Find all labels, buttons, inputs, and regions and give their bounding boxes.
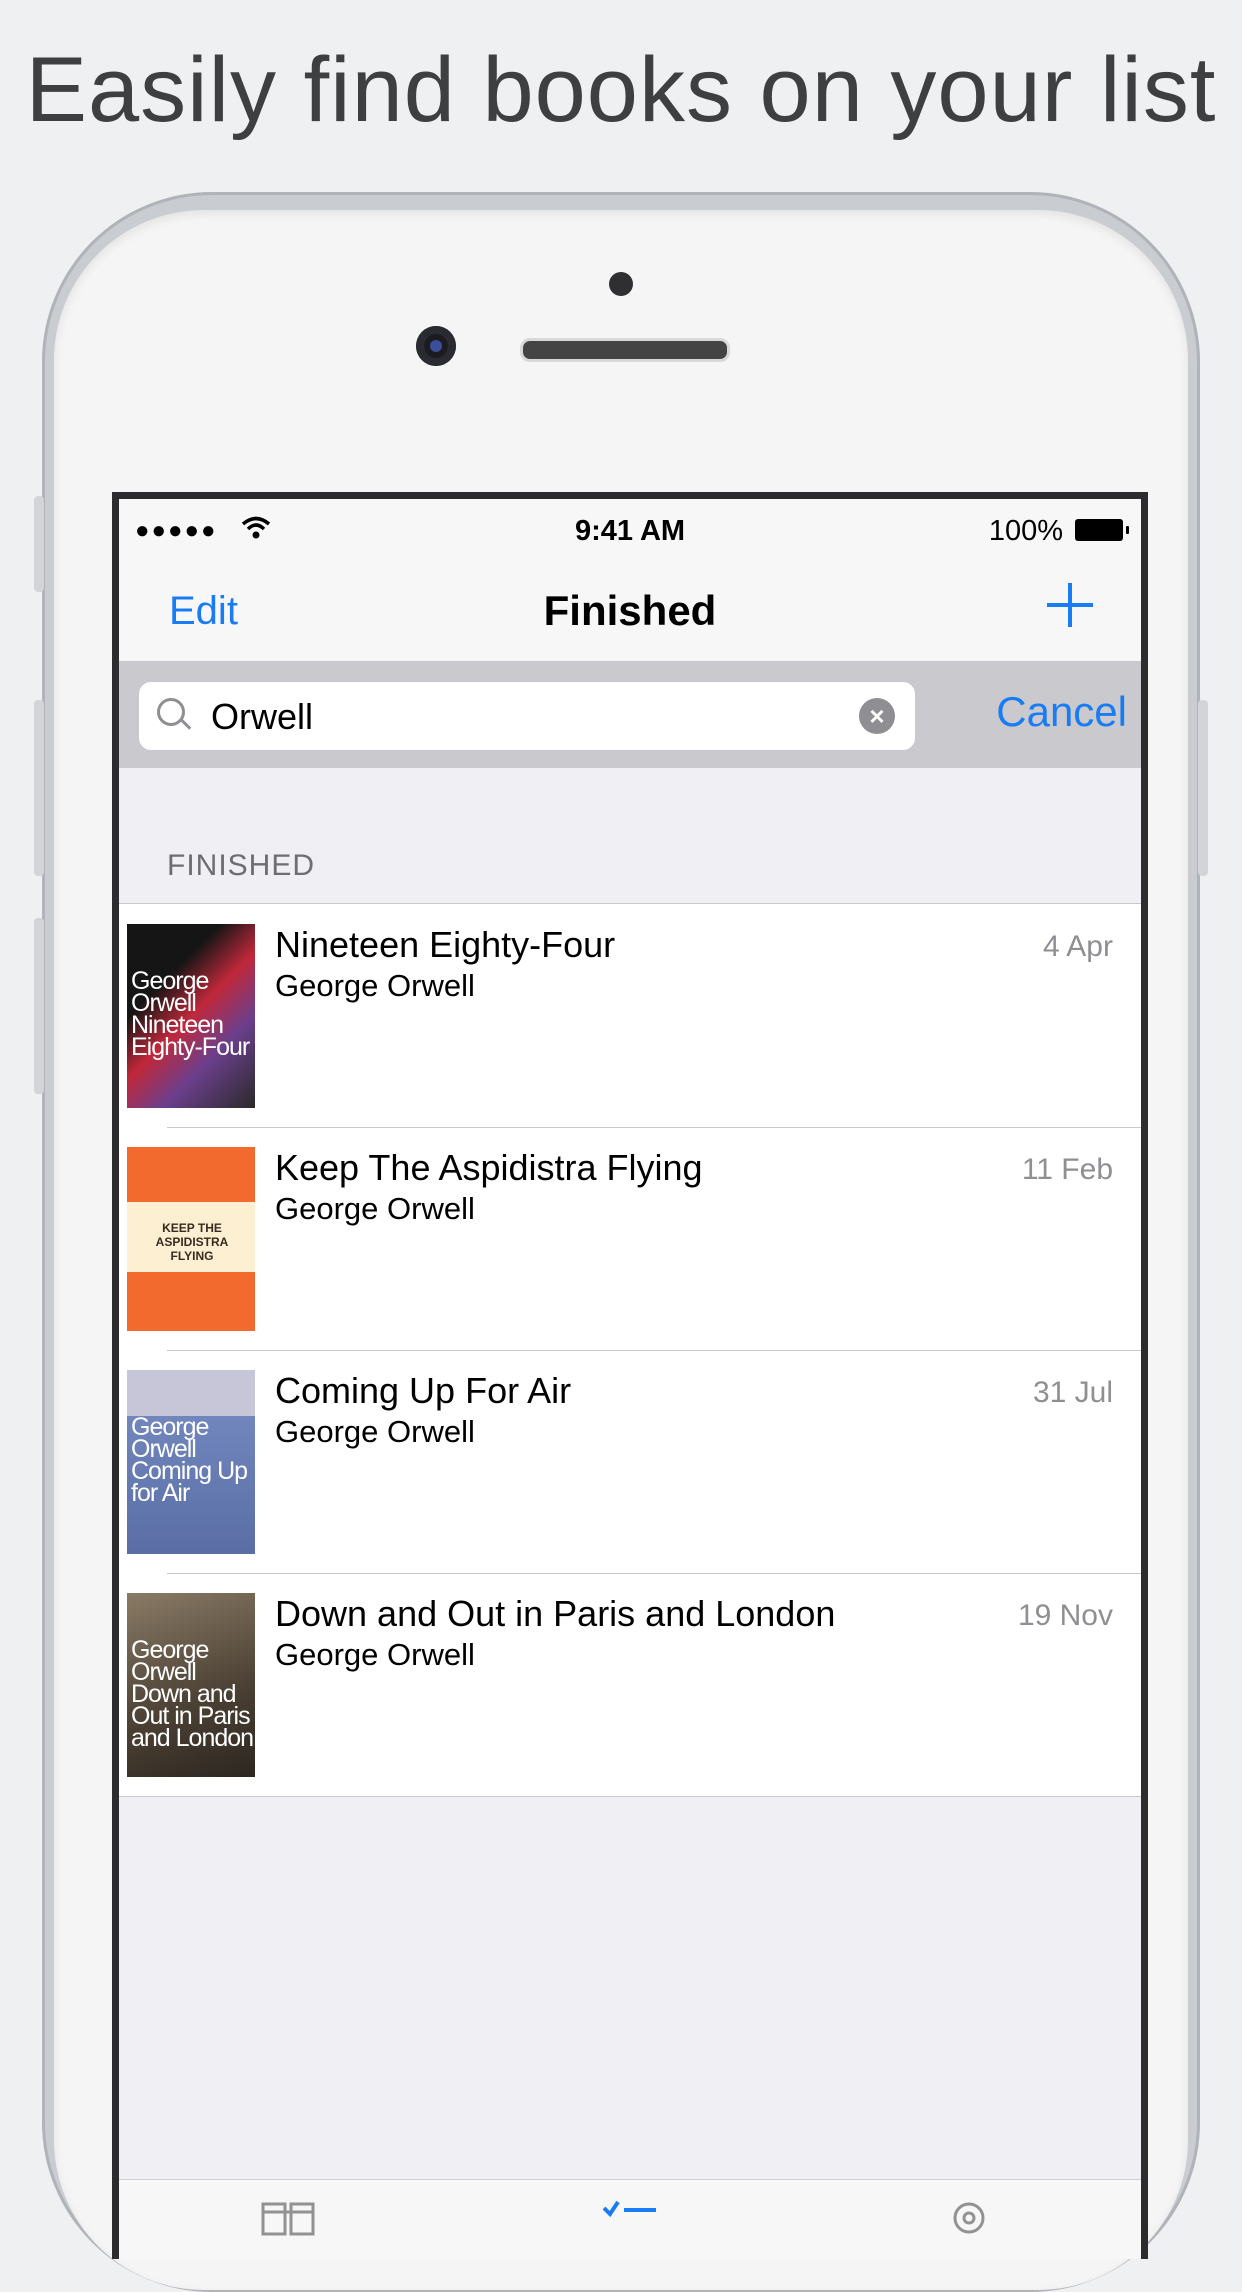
- volume-up-button: [34, 700, 44, 876]
- search-icon: [157, 698, 185, 726]
- table-row[interactable]: George Orwell Nineteen Eighty-Four Ninet…: [119, 904, 1141, 1127]
- cover-text: George Orwell Coming Up for Air: [131, 1413, 248, 1507]
- book-title: Nineteen Eighty-Four: [275, 924, 616, 965]
- headline: Easily find books on your list: [25, 39, 1217, 141]
- cancel-button[interactable]: Cancel: [996, 688, 1127, 736]
- earpiece-speaker: [520, 338, 730, 362]
- power-button: [1198, 700, 1208, 876]
- mute-switch: [34, 496, 44, 592]
- book-cover: KEEP THE ASPIDISTRA FLYING: [127, 1147, 255, 1331]
- plus-icon[interactable]: [1043, 579, 1097, 633]
- finished-date: 31 Jul: [1032, 1376, 1113, 1409]
- book-author: George Orwell: [275, 1637, 475, 1672]
- front-camera: [416, 326, 456, 366]
- tab-books-icon[interactable]: [259, 2196, 319, 2236]
- battery-icon: [1075, 519, 1129, 541]
- table-row[interactable]: George Orwell Coming Up for Air Coming U…: [119, 1350, 1141, 1573]
- status-time: 9:41 AM: [574, 515, 686, 547]
- book-cover: George Orwell Coming Up for Air: [127, 1370, 255, 1554]
- clear-search-icon[interactable]: ×: [859, 698, 895, 734]
- book-author: George Orwell: [275, 968, 475, 1003]
- volume-down-button: [34, 918, 44, 1094]
- book-title: Down and Out in Paris and London: [275, 1593, 836, 1634]
- phone-screen: ●●●●● 9:41 AM 100% Edit Finished Orwell …: [112, 492, 1148, 2259]
- cover-text: George Orwell Down and Out in Paris and …: [131, 1636, 254, 1752]
- cover-text: KEEP THE ASPIDISTRA FLYING: [155, 1221, 229, 1263]
- tab-finished-icon[interactable]: [600, 2196, 660, 2236]
- section-header: FINISHED: [167, 849, 316, 882]
- book-author: George Orwell: [275, 1414, 475, 1449]
- book-list: George Orwell Nineteen Eighty-Four Ninet…: [119, 903, 1141, 1797]
- edit-button[interactable]: Edit: [169, 589, 238, 634]
- tab-bar: [119, 2179, 1141, 2259]
- search-value: Orwell: [211, 696, 314, 737]
- cover-text: George Orwell Nineteen Eighty-Four: [131, 967, 250, 1061]
- search-input[interactable]: Orwell ×: [139, 682, 915, 750]
- table-row[interactable]: KEEP THE ASPIDISTRA FLYING Keep The Aspi…: [119, 1127, 1141, 1350]
- battery-percentage: 100%: [988, 515, 1063, 547]
- finished-date: 11 Feb: [1021, 1153, 1113, 1186]
- finished-date: 4 Apr: [1042, 930, 1113, 963]
- book-cover: George Orwell Down and Out in Paris and …: [127, 1593, 255, 1777]
- book-title: Coming Up For Air: [275, 1370, 572, 1411]
- proximity-sensor: [609, 272, 633, 296]
- book-title: Keep The Aspidistra Flying: [275, 1147, 703, 1188]
- status-bar: ●●●●● 9:41 AM 100%: [119, 499, 1141, 561]
- finished-date: 19 Nov: [1017, 1599, 1113, 1632]
- table-row[interactable]: George Orwell Down and Out in Paris and …: [119, 1573, 1141, 1796]
- search-bar: Orwell × Cancel: [119, 662, 1141, 768]
- page-title: Finished: [543, 587, 717, 634]
- book-cover: George Orwell Nineteen Eighty-Four: [127, 924, 255, 1108]
- book-author: George Orwell: [275, 1191, 475, 1226]
- navigation-bar: Edit Finished: [119, 561, 1141, 662]
- tab-settings-icon[interactable]: [939, 2196, 999, 2236]
